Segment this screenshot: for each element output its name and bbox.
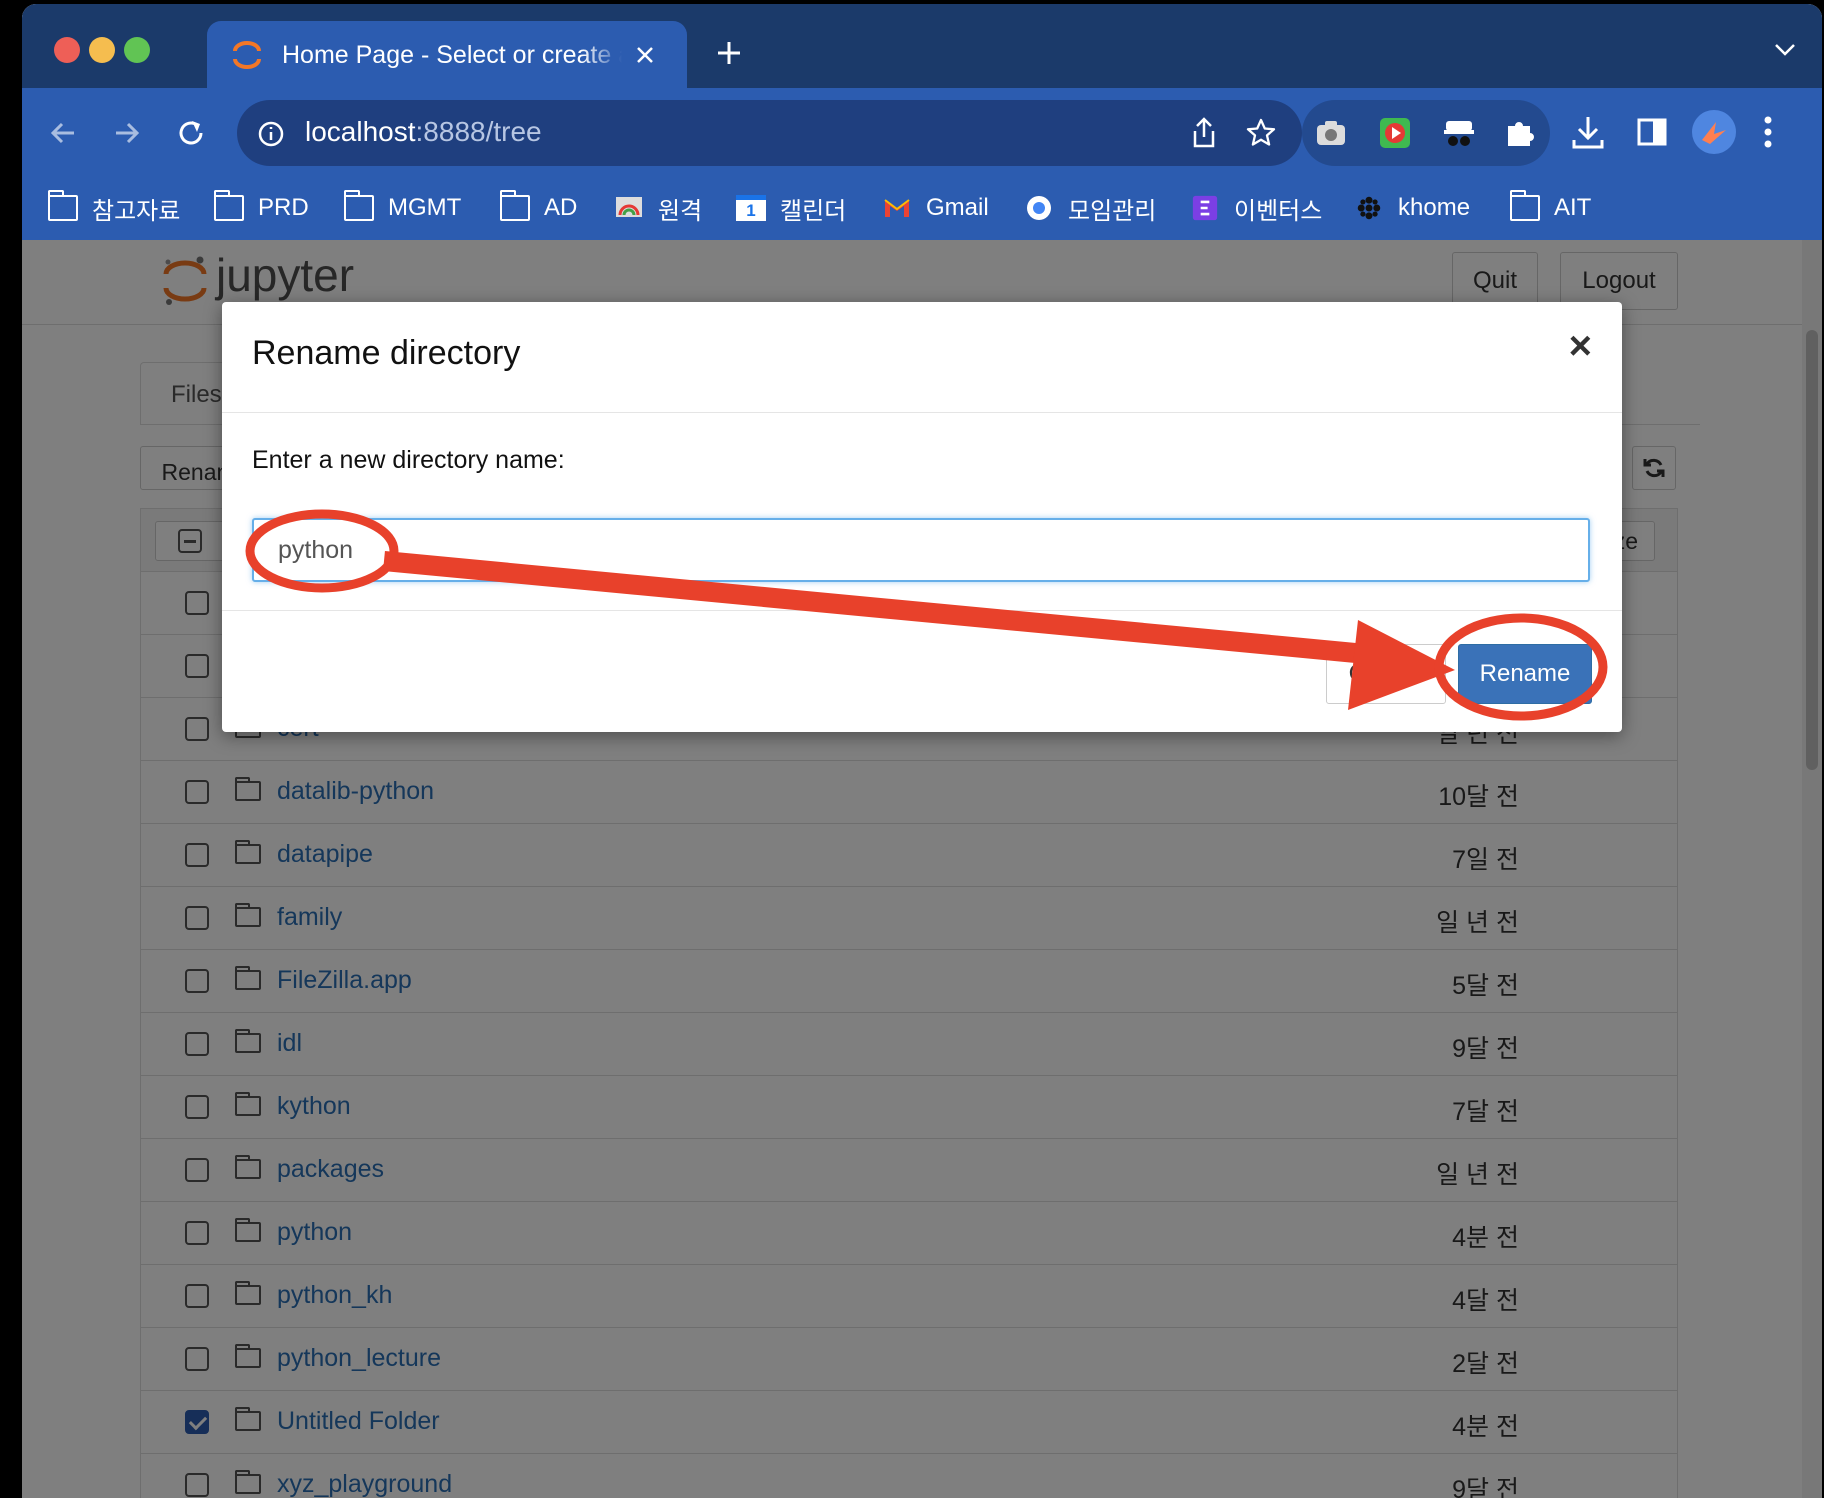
bookmark-label: AIT (1554, 194, 1592, 221)
rename-button[interactable]: Rename (1458, 644, 1592, 704)
directory-name-input[interactable] (252, 518, 1590, 582)
new-tab-icon[interactable] (716, 40, 742, 66)
url-path: :8888/tree (415, 116, 542, 147)
url-host: localhost (305, 116, 416, 147)
bookmark-label: khome (1398, 194, 1471, 221)
dialog-divider (222, 610, 1622, 611)
meeting-app-icon (1027, 196, 1051, 220)
directory-name-label: Enter a new directory name: (252, 446, 565, 474)
bookmark-folder-ait[interactable]: AIT (1509, 190, 1592, 226)
bookmark-label: 참고자료 (92, 197, 181, 225)
download-icon[interactable] (1570, 114, 1606, 152)
youtube-extension-icon[interactable] (1378, 116, 1412, 150)
folder-icon (343, 190, 374, 221)
bookmark-label: AD (544, 194, 578, 221)
camera-icon[interactable] (1314, 116, 1348, 150)
bookmark-folder-reference[interactable]: 참고자료 (47, 190, 181, 226)
browser-toolbar: localhost:8888/tree (22, 88, 1822, 178)
bookmark-label: Gmail (926, 194, 989, 221)
bookmark-label: MGMT (388, 194, 462, 221)
bookmark-star-icon[interactable] (1245, 117, 1277, 149)
bookmark-meeting[interactable]: 모임관리 (1024, 190, 1156, 226)
bookmark-remote[interactable]: 원격 (614, 190, 702, 226)
folder-icon (499, 190, 530, 221)
reload-icon[interactable] (174, 116, 208, 150)
bookmark-calendar[interactable]: 1 캘린더 (736, 190, 846, 226)
tab-title: Home Page - Select or create a notebook (282, 41, 622, 70)
extension-group (1302, 100, 1550, 166)
bookmark-folder-ad[interactable]: AD (499, 190, 578, 226)
tab-strip: Home Page - Select or create a notebook (22, 4, 1822, 88)
browser-window: Home Page - Select or create a notebook (22, 4, 1822, 1498)
profile-bird-icon (1702, 122, 1726, 144)
menu-dots-icon[interactable] (1762, 114, 1774, 150)
bookmarks-bar: 참고자료 PRD MGMT AD 원격 1 캘린더 Gmail 모임관리 이벤터… (22, 178, 1822, 240)
chevron-down-icon[interactable] (1774, 42, 1796, 58)
address-bar[interactable]: localhost:8888/tree (237, 100, 1302, 166)
incognito-extension-icon[interactable] (1442, 116, 1476, 150)
eventus-icon (1192, 195, 1218, 221)
cancel-button[interactable]: Cancel (1326, 644, 1446, 704)
dialog-title: Rename directory (252, 334, 521, 372)
bookmark-folder-prd[interactable]: PRD (213, 190, 309, 226)
remote-desktop-icon (616, 197, 642, 217)
bookmark-folder-mgmt[interactable]: MGMT (343, 190, 462, 226)
gmail-icon (884, 199, 910, 217)
bookmark-label: 원격 (658, 197, 703, 225)
folder-icon (47, 190, 78, 221)
bookmark-eventus[interactable]: 이벤터스 (1190, 190, 1322, 226)
google-calendar-icon: 1 (736, 195, 766, 221)
rename-directory-dialog: Rename directory × Enter a new directory… (222, 302, 1622, 732)
maximize-window-button[interactable] (124, 37, 150, 63)
folder-icon (1509, 190, 1540, 221)
forward-icon[interactable] (112, 118, 142, 148)
bookmark-label: 캘린더 (780, 197, 847, 225)
dialog-divider (222, 412, 1622, 413)
minimize-window-button[interactable] (89, 37, 115, 63)
khome-icon (1357, 196, 1381, 220)
bookmark-gmail[interactable]: Gmail (882, 190, 989, 226)
bookmark-label: 이벤터스 (1234, 197, 1323, 225)
side-panel-icon[interactable] (1636, 116, 1668, 148)
tab-home-page[interactable]: Home Page - Select or create a notebook (207, 21, 687, 88)
site-info-icon[interactable] (257, 120, 285, 148)
puzzle-extension-icon[interactable] (1502, 116, 1536, 150)
bookmark-label: 모임관리 (1068, 197, 1157, 225)
close-tab-icon[interactable] (635, 45, 655, 65)
folder-icon (213, 190, 244, 221)
jupyter-page: jupyter Quit Logout Files Rename Size (22, 240, 1822, 1498)
close-dialog-button[interactable]: × (1569, 324, 1592, 369)
back-icon[interactable] (48, 118, 78, 148)
close-window-button[interactable] (54, 37, 80, 63)
url-text: localhost:8888/tree (305, 116, 542, 148)
bookmark-khome[interactable]: khome (1354, 190, 1470, 226)
profile-avatar[interactable] (1692, 110, 1736, 154)
share-icon[interactable] (1189, 116, 1219, 150)
jupyter-favicon-icon (233, 41, 261, 69)
bookmark-label: PRD (258, 194, 309, 221)
